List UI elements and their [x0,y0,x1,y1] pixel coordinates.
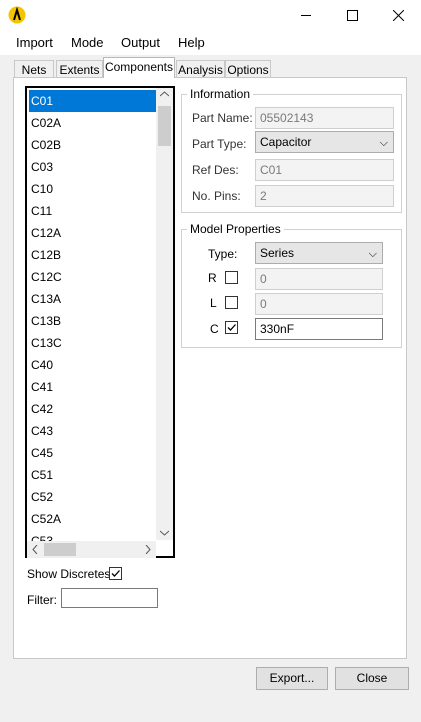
r-label: R [208,271,217,285]
tab-options[interactable]: Options [225,60,271,78]
filter-label: Filter: [27,593,57,607]
no-pins-field: 2 [255,185,394,207]
close-icon [392,10,404,21]
components-listbox[interactable]: C01 C02A C02B C03 C10 C11 C12A C12B C12C… [25,86,175,558]
model-properties-group-title: Model Properties [187,222,284,236]
tab-extents[interactable]: Extents [56,60,103,78]
export-button[interactable]: Export... [256,667,328,690]
list-item[interactable]: C45 [29,442,157,464]
list-item[interactable]: C13A [29,288,157,310]
horizontal-scroll-thumb[interactable] [44,543,76,556]
minimize-button[interactable] [283,0,329,31]
part-name-label: Part Name: [192,111,253,125]
c-value-field[interactable]: 330nF [255,318,383,340]
list-item[interactable]: C51 [29,464,157,486]
ref-des-label: Ref Des: [192,163,239,177]
l-checkbox[interactable] [225,296,238,309]
close-button[interactable]: Close [335,667,409,690]
maximize-icon [346,10,358,21]
part-type-label: Part Type: [192,137,247,151]
part-type-value: Capacitor [260,135,312,149]
list-item[interactable]: C02A [29,112,157,134]
menu-bar: Import Mode Output Help [0,31,421,55]
chevron-down-icon: ⌵ [368,248,377,260]
chevron-left-icon[interactable] [32,545,38,554]
list-item[interactable]: C12C [29,266,157,288]
list-item[interactable]: C12A [29,222,157,244]
c-label: C [210,322,219,336]
list-item[interactable]: C52A [29,508,157,530]
menu-mode[interactable]: Mode [71,35,104,50]
list-item[interactable]: C52 [29,486,157,508]
l-label: L [210,296,217,310]
r-checkbox[interactable] [225,271,238,284]
list-item[interactable]: C13C [29,332,157,354]
menu-output[interactable]: Output [121,35,160,50]
l-value-field: 0 [255,293,383,315]
ref-des-field: C01 [255,159,394,181]
show-discretes-label: Show Discretes [27,567,111,581]
list-item[interactable]: C42 [29,398,157,420]
show-discretes-checkbox[interactable] [109,567,122,580]
tab-nets[interactable]: Nets [14,60,54,78]
menu-help[interactable]: Help [178,35,205,50]
type-label: Type: [208,247,238,261]
part-name-field: 05502143 [255,107,394,129]
list-horizontal-scrollbar[interactable] [27,541,156,558]
no-pins-label: No. Pins: [192,189,241,203]
list-item[interactable]: C41 [29,376,157,398]
list-item[interactable]: C13B [29,310,157,332]
list-item[interactable]: C43 [29,420,157,442]
checkmark-icon [111,570,120,577]
maximize-button[interactable] [329,0,375,31]
r-value-field: 0 [255,268,383,290]
vertical-scroll-thumb[interactable] [158,106,171,146]
chevron-up-icon[interactable] [160,91,169,97]
list-item[interactable]: C10 [29,178,157,200]
list-item[interactable]: C11 [29,200,157,222]
model-type-dropdown[interactable]: Series ⌵ [255,242,383,264]
app-logo-icon [8,6,26,24]
model-type-value: Series [260,246,295,260]
menu-import[interactable]: Import [16,35,53,50]
minimize-icon [301,15,311,16]
title-bar[interactable] [0,0,421,31]
close-window-button[interactable] [375,0,421,31]
list-item[interactable]: C01 [29,90,157,112]
part-type-dropdown[interactable]: Capacitor ⌵ [255,131,394,153]
information-group-title: Information [187,87,254,101]
list-item[interactable]: C03 [29,156,157,178]
list-vertical-scrollbar[interactable] [156,88,173,540]
filter-input[interactable] [61,588,158,608]
list-item[interactable]: C02B [29,134,157,156]
tab-analysis[interactable]: Analysis [176,60,225,78]
chevron-right-icon[interactable] [145,545,151,554]
chevron-down-icon[interactable] [160,530,169,536]
list-item[interactable]: C40 [29,354,157,376]
checkmark-icon [227,324,236,331]
c-checkbox[interactable] [225,321,238,334]
tab-components[interactable]: Components [103,57,175,78]
list-item[interactable]: C12B [29,244,157,266]
chevron-down-icon: ⌵ [379,137,388,149]
